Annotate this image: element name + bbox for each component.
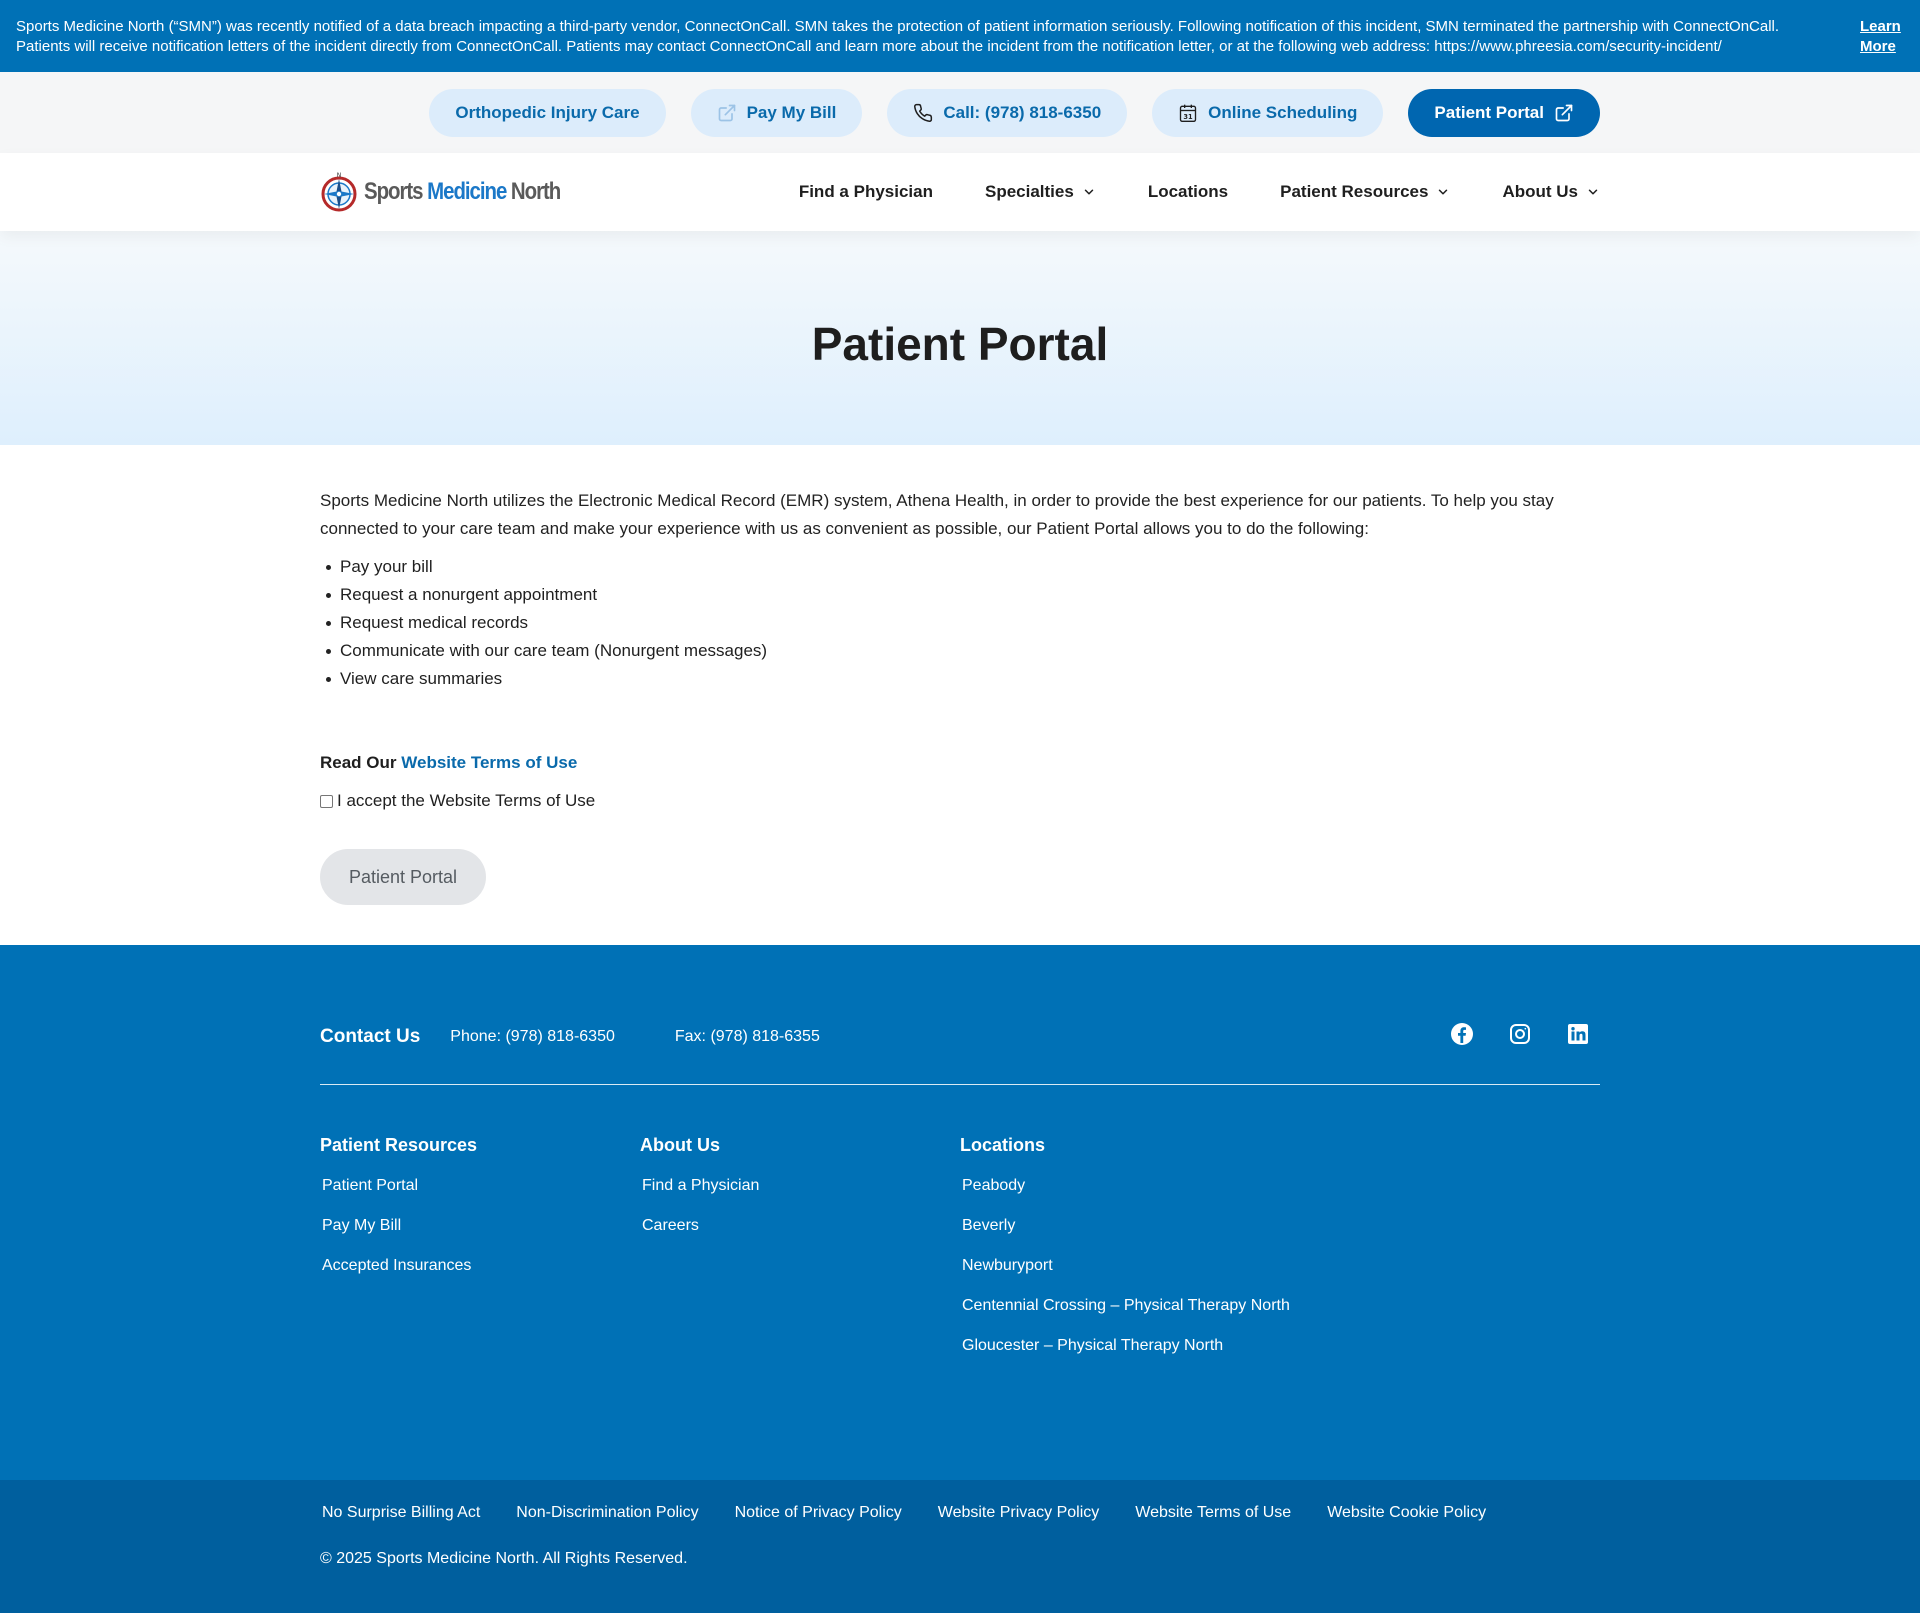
external-link-icon	[718, 104, 735, 121]
list-item: View care summaries	[326, 665, 1600, 693]
social-links	[1450, 1022, 1600, 1051]
footer-col-patient-resources: Patient Resources Patient Portal Pay My …	[320, 1135, 640, 1366]
list-item: Request medical records	[326, 609, 1600, 637]
accept-terms-row[interactable]: I accept the Website Terms of Use	[320, 787, 1600, 815]
footer-link[interactable]: Newburyport	[960, 1246, 1380, 1286]
pay-my-bill-button[interactable]: Pay My Bill	[690, 88, 863, 137]
terms-read-line: Read Our Website Terms of Use	[320, 749, 1600, 777]
footer-link[interactable]: Careers	[640, 1206, 960, 1246]
footer-link[interactable]: Pay My Bill	[320, 1206, 640, 1246]
orthopedic-injury-care-label: Orthopedic Injury Care	[455, 102, 640, 122]
patient-portal-header-button[interactable]: Patient Portal	[1408, 88, 1600, 137]
patient-portal-button[interactable]: Patient Portal	[320, 849, 486, 905]
footer-link[interactable]: Accepted Insurances	[320, 1246, 640, 1286]
chevron-down-icon	[1439, 189, 1448, 195]
website-terms-link[interactable]: Website Terms of Use	[401, 753, 577, 772]
accept-terms-label: I accept the Website Terms of Use	[337, 791, 596, 810]
sub-footer: No Surprise Billing Act Non-Discriminati…	[0, 1480, 1920, 1613]
intro-paragraph: Sports Medicine North utilizes the Elect…	[320, 491, 1554, 538]
page-hero: Patient Portal	[0, 231, 1920, 445]
site-footer: Contact Us Phone: (978) 818-6350 Fax: (9…	[0, 945, 1920, 1480]
online-scheduling-label: Online Scheduling	[1208, 102, 1358, 122]
footer-link[interactable]: Patient Portal	[320, 1166, 640, 1206]
nav-specialties[interactable]: Specialties	[985, 182, 1096, 202]
facebook-icon[interactable]	[1450, 1022, 1474, 1051]
site-logo[interactable]: N Sports Medicine North	[320, 171, 595, 213]
feature-list: Pay your bill Request a nonurgent appoin…	[320, 553, 1600, 693]
footer-link[interactable]: Centennial Crossing – Physical Therapy N…	[960, 1286, 1380, 1326]
alert-banner: Sports Medicine North (“SMN”) was recent…	[0, 0, 1920, 72]
utility-bar: Orthopedic Injury Care Pay My Bill Call:…	[0, 72, 1920, 153]
copyright: © 2025 Sports Medicine North. All Rights…	[320, 1550, 688, 1567]
footer-link[interactable]: Beverly	[960, 1206, 1380, 1246]
footer-columns: Patient Resources Patient Portal Pay My …	[320, 1135, 1600, 1366]
calendar-icon: 31	[1180, 104, 1197, 122]
footer-col-title: Patient Resources	[320, 1135, 478, 1155]
footer-col-title: About Us	[640, 1135, 720, 1155]
svg-text:31: 31	[1184, 112, 1194, 120]
footer-col-title: Locations	[960, 1135, 1046, 1155]
logo-word-medicine: Medicine	[427, 178, 507, 205]
external-link-icon	[1555, 104, 1573, 121]
call-button[interactable]: Call: (978) 818-6350	[887, 88, 1128, 137]
policy-links: No Surprise Billing Act Non-Discriminati…	[320, 1504, 1600, 1522]
nav-patient-resources[interactable]: Patient Resources	[1280, 182, 1450, 202]
page-title: Patient Portal	[811, 318, 1109, 370]
policy-link[interactable]: Non-Discrimination Policy	[516, 1504, 698, 1522]
policy-link[interactable]: Notice of Privacy Policy	[735, 1504, 902, 1522]
footer-col-about-us: About Us Find a Physician Careers	[640, 1135, 960, 1366]
footer-link[interactable]: Find a Physician	[640, 1166, 960, 1206]
nav-find-a-physician[interactable]: Find a Physician	[799, 182, 933, 202]
main-nav: Find a Physician Specialties Locations P…	[747, 182, 1600, 202]
patient-portal-header-label: Patient Portal	[1434, 102, 1544, 122]
accept-terms-checkbox[interactable]	[320, 794, 333, 808]
nav-specialties-label: Specialties	[984, 182, 1074, 201]
nav-about-us-label: About Us	[1502, 182, 1578, 201]
chevron-down-icon	[1588, 189, 1598, 195]
online-scheduling-button[interactable]: 31 Online Scheduling	[1152, 88, 1384, 137]
list-item: Communicate with our care team (Nonurgen…	[326, 637, 1600, 665]
logo-word-north: North	[510, 178, 561, 205]
list-item: Request a nonurgent appointment	[326, 581, 1600, 609]
policy-link[interactable]: Website Cookie Policy	[1327, 1504, 1486, 1522]
main-content: Sports Medicine North utilizes the Elect…	[0, 445, 1920, 945]
learn-more-link[interactable]: Learn More	[1860, 17, 1904, 57]
compass-logo-icon: N	[321, 172, 357, 212]
main-header: N Sports Medicine North Find a Physician…	[0, 153, 1920, 231]
nav-find-a-physician-label: Find a Physician	[798, 182, 933, 201]
nav-patient-resources-label: Patient Resources	[1280, 182, 1429, 201]
nav-locations[interactable]: Locations	[1148, 182, 1228, 202]
alert-text: Sports Medicine North (“SMN”) was recent…	[16, 18, 1780, 55]
footer-link[interactable]: Gloucester – Physical Therapy North	[960, 1326, 1380, 1366]
nav-locations-label: Locations	[1147, 182, 1229, 201]
footer-link[interactable]: Peabody	[960, 1166, 1380, 1206]
logo-word-sports: Sports	[364, 178, 424, 205]
footer-col-locations: Locations Peabody Beverly Newburyport Ce…	[960, 1135, 1380, 1366]
instagram-icon[interactable]	[1508, 1022, 1532, 1051]
chevron-down-icon	[1084, 189, 1094, 195]
linkedin-icon[interactable]	[1566, 1022, 1590, 1051]
contact-row: Contact Us Phone: (978) 818-6350 Fax: (9…	[320, 1023, 1600, 1085]
call-label: Call: (978) 818-6350	[943, 102, 1102, 122]
policy-link[interactable]: Website Privacy Policy	[938, 1504, 1100, 1522]
footer-fax: Fax: (978) 818-6355	[674, 1027, 820, 1045]
list-item: Pay your bill	[326, 553, 1600, 581]
svg-text:N: N	[337, 172, 342, 179]
phone-icon	[914, 103, 933, 122]
policy-link[interactable]: No Surprise Billing Act	[322, 1504, 480, 1522]
orthopedic-injury-care-button[interactable]: Orthopedic Injury Care	[429, 88, 666, 137]
pay-my-bill-label: Pay My Bill	[746, 102, 837, 122]
policy-link[interactable]: Website Terms of Use	[1135, 1504, 1291, 1522]
contact-title: Contact Us	[320, 1025, 421, 1047]
logo-text: Sports Medicine North	[364, 178, 561, 206]
nav-about-us[interactable]: About Us	[1502, 182, 1600, 202]
read-our-label: Read Our	[320, 753, 397, 772]
footer-phone-link[interactable]: Phone: (978) 818-6350	[450, 1028, 615, 1046]
